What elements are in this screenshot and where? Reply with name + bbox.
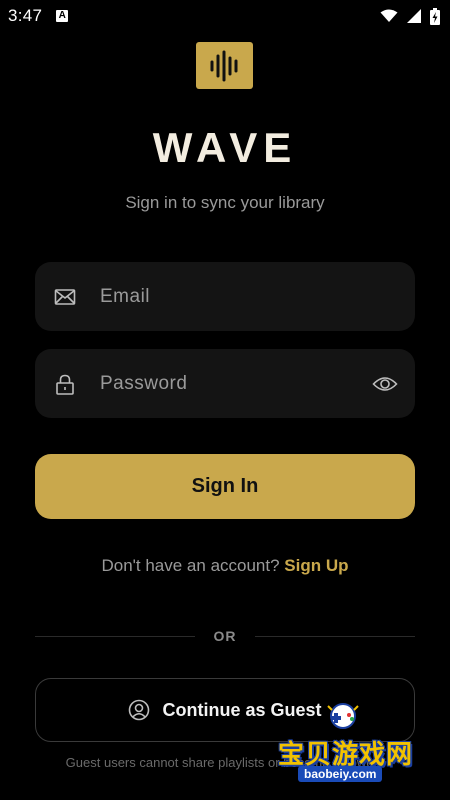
divider-line-right — [255, 636, 415, 637]
sound-wave-icon — [210, 50, 237, 81]
wifi-icon — [380, 9, 398, 22]
show-password-eye-icon[interactable] — [372, 373, 398, 395]
user-circle-icon — [129, 699, 150, 721]
status-time: 3:47 — [8, 6, 43, 25]
lock-icon — [56, 374, 74, 395]
watermark: 宝贝游戏网 baobeiy.com — [270, 700, 450, 790]
password-input[interactable] — [100, 349, 360, 418]
app-logo — [196, 42, 253, 89]
sign-up-link[interactable]: Sign Up — [284, 556, 348, 575]
app-subtitle: Sign in to sync your library — [125, 193, 325, 212]
notification-a-icon: A — [56, 10, 69, 22]
sign-in-button[interactable]: Sign In — [35, 454, 415, 519]
gamepad-icon — [327, 703, 359, 729]
mail-icon — [54, 289, 76, 305]
status-bar: 3:47 A — [0, 0, 450, 32]
battery-charging-icon — [430, 7, 440, 25]
signal-icon — [407, 9, 421, 23]
watermark-domain: baobeiy.com — [298, 766, 383, 782]
no-account-text: Don't have an account? — [101, 556, 280, 575]
sign-up-prompt: Don't have an account? Sign Up — [0, 556, 450, 576]
email-field-container[interactable] — [35, 262, 415, 331]
login-screen: 3:47 A WAVE Sign in to sync your library… — [0, 0, 450, 800]
app-title: WAVE — [152, 124, 298, 171]
password-field-container[interactable] — [35, 349, 415, 418]
email-input[interactable] — [100, 262, 360, 331]
